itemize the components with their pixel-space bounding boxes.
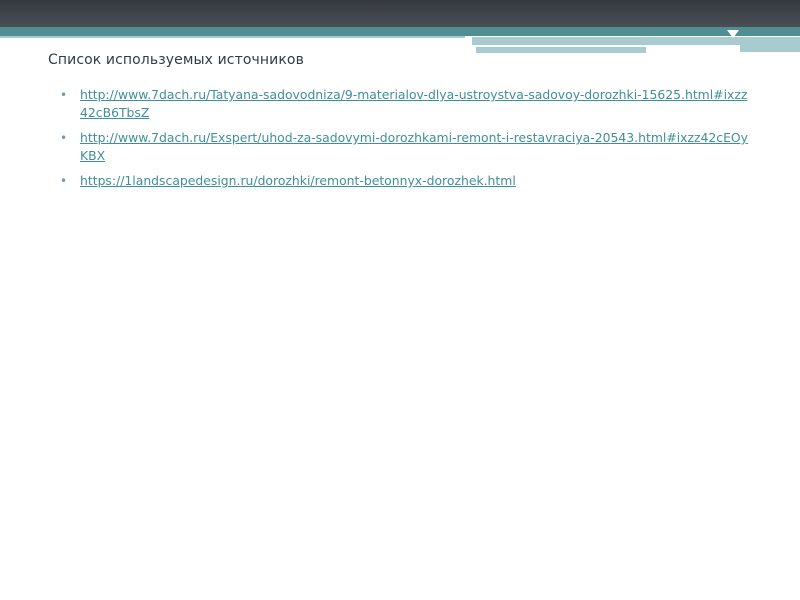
source-link-1[interactable]: http://www.7dach.ru/Tatyana-sadovodniza/… [80,87,747,120]
bullet-icon: • [60,88,68,102]
source-link-2[interactable]: http://www.7dach.ru/Exspert/uhod-za-sado… [80,130,748,163]
header-band-light-corner [740,45,800,52]
header-band-light-right [472,37,800,45]
bullet-icon: • [60,131,68,145]
header-band-light-left [0,36,465,38]
triangle-marker-icon [727,30,739,38]
page-title: Список используемых источников [48,52,304,68]
header-band-light-accent [476,47,646,53]
sources-list: • http://www.7dach.ru/Tatyana-sadovodniz… [58,86,748,197]
slide: Список используемых источников • http://… [0,0,800,600]
source-link-3[interactable]: https://1landscapedesign.ru/dorozhki/rem… [80,173,516,188]
header-band-dark [0,0,800,27]
header-band-teal [0,27,800,36]
list-item: • http://www.7dach.ru/Tatyana-sadovodniz… [58,86,748,122]
bullet-icon: • [60,174,68,188]
list-item: • https://1landscapedesign.ru/dorozhki/r… [58,172,748,190]
list-item: • http://www.7dach.ru/Exspert/uhod-za-sa… [58,129,748,165]
